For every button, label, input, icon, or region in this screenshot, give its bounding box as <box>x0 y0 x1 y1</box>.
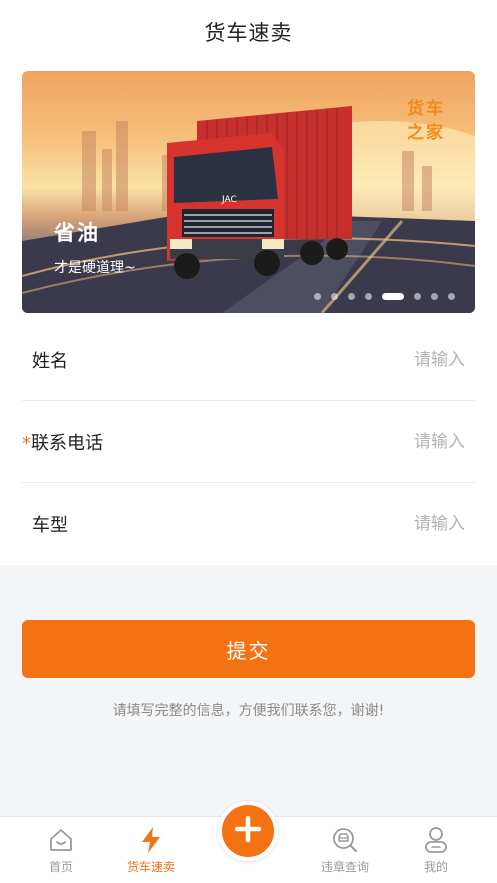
tab-mine[interactable]: 我的 <box>396 817 476 883</box>
page-title: 货车速卖 <box>204 21 293 45</box>
carousel-dot[interactable] <box>365 293 372 300</box>
submit-button[interactable]: 提交 <box>22 620 475 678</box>
name-label: 姓名 <box>32 350 68 372</box>
form-note: 请填写完整的信息，方便我们联系您，谢谢! <box>112 703 385 719</box>
carousel-dot[interactable] <box>314 293 321 300</box>
carousel-indicators <box>314 293 455 300</box>
form-row-name: 姓名 <box>22 319 475 401</box>
app-header: 货车速卖 <box>0 0 497 64</box>
phone-input[interactable] <box>275 431 475 452</box>
model-label: 车型 <box>32 515 68 536</box>
phone-label-wrap: *联系电话 <box>22 429 103 455</box>
truck-badge: JAC <box>221 195 237 205</box>
home-icon <box>47 826 75 854</box>
user-icon <box>422 826 450 854</box>
required-mark: * <box>22 432 31 454</box>
carousel-dot[interactable] <box>331 293 338 300</box>
carousel-dot[interactable] <box>348 293 355 300</box>
phone-label: 联系电话 <box>31 432 103 454</box>
model-input[interactable] <box>275 514 475 534</box>
lightning-icon <box>137 826 165 854</box>
carousel-dot-active[interactable] <box>382 293 404 300</box>
tab-violation-query-label: 违章查询 <box>320 860 369 874</box>
add-button[interactable] <box>218 801 278 861</box>
carousel-dot[interactable] <box>448 293 455 300</box>
banner-brand: 货车之家 <box>407 99 445 143</box>
car-search-icon <box>331 826 359 854</box>
form-row-model: 车型 <box>22 483 475 565</box>
tab-home[interactable]: 首页 <box>21 817 101 883</box>
tab-mine-label: 我的 <box>423 860 448 874</box>
tab-truck-sale-label: 货车速卖 <box>126 860 175 874</box>
banner-slogan-sub: 才是硬道理~ <box>54 260 136 276</box>
contact-form: 姓名 *联系电话 车型 <box>0 319 497 565</box>
banner-slogan-main: 省油 <box>54 221 100 245</box>
carousel-dot[interactable] <box>431 293 438 300</box>
name-input[interactable] <box>275 349 475 370</box>
tab-truck-sale[interactable]: 货车速卖 <box>111 817 191 883</box>
form-row-phone: *联系电话 <box>22 401 475 483</box>
plus-icon <box>234 815 262 847</box>
tab-violation-query[interactable]: 违章查询 <box>305 817 385 883</box>
carousel-dot[interactable] <box>414 293 421 300</box>
banner-section: JAC 货车之家 省油 才是硬道理~ <box>0 64 497 328</box>
banner-carousel[interactable]: JAC 货车之家 省油 才是硬道理~ <box>22 71 475 313</box>
tab-home-label: 首页 <box>48 860 73 874</box>
